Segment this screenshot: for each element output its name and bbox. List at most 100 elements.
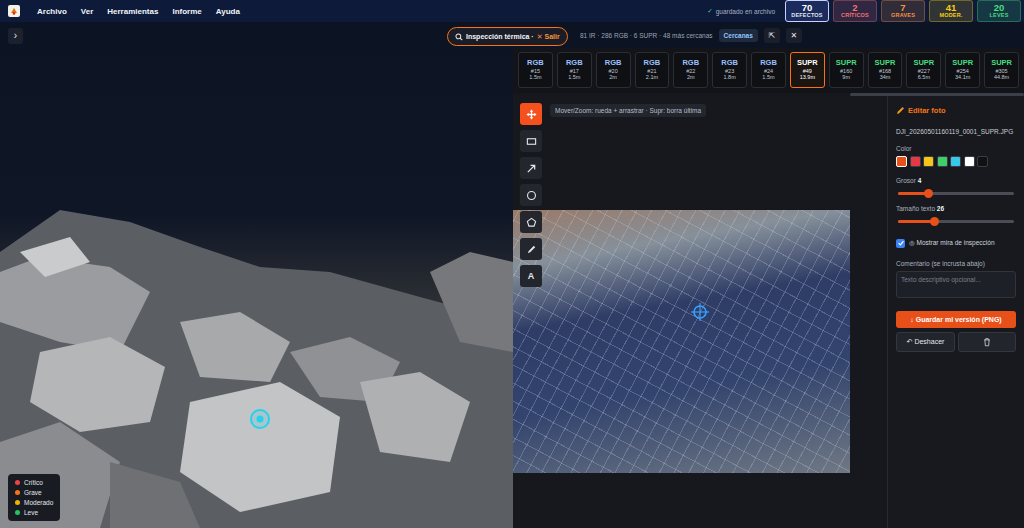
comment-label: Comentario (se incrusta abajo): [896, 260, 1016, 267]
stat-badge[interactable]: 41MODER.: [929, 0, 973, 22]
editor-area: AMover/Zoom: rueda + arrastrar · Supr: b…: [513, 96, 1024, 528]
photo-thumbnail[interactable]: SUPR#30544.8m: [984, 52, 1019, 88]
color-swatch[interactable]: [964, 156, 975, 167]
photo-summary: 81 IR · 286 RGB · 6 SUPR · 48 más cercan…: [580, 32, 713, 39]
undo-button[interactable]: ↶ Deshacer: [896, 332, 955, 352]
legend-item: Crítico: [15, 479, 53, 486]
legend-item: Leve: [15, 509, 53, 516]
app-window: Archivo Ver Herramientas Informe Ayuda ✓guard…: [0, 0, 1024, 528]
legend-item: Moderado: [15, 499, 53, 506]
pen-tool-button[interactable]: [520, 238, 542, 260]
thumbnail-strip: RGB#151.5mRGB#171.5mRGB#202mRGB#212.1mRG…: [513, 48, 1024, 88]
menu-bar: Archivo Ver Herramientas Informe Ayuda ✓guard…: [0, 0, 1024, 22]
circle-tool-button[interactable]: [520, 184, 542, 206]
text-tool-button[interactable]: A: [520, 265, 542, 287]
tool-bar: A: [520, 103, 542, 287]
crosshair-icon: [691, 303, 709, 321]
workspace: › Crítico Grave Moderado Leve 81 IR · 286 RGB…: [0, 22, 1024, 528]
delete-button[interactable]: [958, 332, 1016, 352]
slider-track[interactable]: [898, 220, 1014, 223]
thermal-inspection-pill: Inspección térmica ·✕ Salir: [447, 27, 568, 46]
slider-thumb[interactable]: [930, 217, 939, 226]
polygon-icon: [526, 217, 537, 228]
photo-thumbnail[interactable]: RGB#202m: [596, 52, 631, 88]
inspection-header: 81 IR · 286 RGB · 6 SUPR · 48 más cercan…: [513, 22, 1024, 48]
polygon-tool-button[interactable]: [520, 211, 542, 233]
menu: Archivo Ver Herramientas Informe Ayuda: [37, 7, 240, 16]
severity-dot: [15, 490, 20, 495]
photo-thumbnail[interactable]: RGB#231.8m: [712, 52, 747, 88]
checkbox[interactable]: [896, 239, 905, 248]
menu-item[interactable]: Ayuda: [216, 7, 240, 16]
move-icon: [526, 109, 537, 120]
severity-legend: Crítico Grave Moderado Leve: [8, 474, 60, 521]
color-swatch[interactable]: [910, 156, 921, 167]
circle-icon: [526, 190, 537, 201]
photo-thumbnail[interactable]: RGB#212.1m: [635, 52, 670, 88]
save-button[interactable]: ↓ Guardar mi versión (PNG): [896, 311, 1016, 328]
severity-dot: [15, 510, 20, 515]
search-icon: [455, 33, 463, 41]
photo-thumbnail[interactable]: RGB#151.5m: [518, 52, 553, 88]
photo-thumbnail[interactable]: RGB#241.5m: [751, 52, 786, 88]
nearby-button[interactable]: Cercanas: [719, 29, 758, 42]
color-swatch[interactable]: [896, 156, 907, 167]
menu-item[interactable]: Archivo: [37, 7, 67, 16]
stat-badge[interactable]: 70DEFECTOS: [785, 0, 829, 22]
menu-item[interactable]: Herramientas: [107, 7, 158, 16]
check-icon: [897, 239, 905, 247]
rectangle-icon: [526, 136, 537, 147]
inspection-marker-icon[interactable]: [249, 408, 271, 430]
save-status: ✓guardado en archivo: [707, 7, 775, 15]
slider-thumb[interactable]: [924, 189, 933, 198]
defect-stats: 70DEFECTOS2CRÍTICOS7GRAVES41MODER.20LEVE…: [785, 0, 1021, 22]
legend-item: Grave: [15, 489, 53, 496]
trash-icon: [982, 337, 992, 347]
action-row: ↶ Deshacer: [896, 332, 1016, 352]
photo-thumbnail[interactable]: SUPR#2276.5m: [906, 52, 941, 88]
severity-dot: [15, 480, 20, 485]
slider-control: Grosor 4: [896, 177, 1016, 195]
color-swatch[interactable]: [950, 156, 961, 167]
photo-thumbnail[interactable]: RGB#222m: [673, 52, 708, 88]
slider-fill: [898, 220, 934, 223]
stat-badge[interactable]: 2CRÍTICOS: [833, 0, 877, 22]
color-swatch[interactable]: [937, 156, 948, 167]
menu-item[interactable]: Ver: [81, 7, 93, 16]
photo-thumbnail[interactable]: SUPR#16834m: [868, 52, 903, 88]
comment-field[interactable]: [896, 271, 1016, 298]
photo-canvas[interactable]: AMover/Zoom: rueda + arrastrar · Supr: b…: [513, 96, 887, 528]
exit-button[interactable]: ✕ Salir: [537, 33, 560, 41]
slider-control: Tamaño texto 26: [896, 205, 1016, 223]
edit-sidebar: Editar foto DJI_20260501160119_0001_SUPR.…: [887, 96, 1024, 528]
arrow-tool-button[interactable]: [520, 157, 542, 179]
crosshair-checkbox[interactable]: ◎ Mostrar mira de inspección: [896, 239, 1016, 248]
sidebar-toggle-button[interactable]: ›: [8, 28, 23, 44]
severity-dot: [15, 500, 20, 505]
color-swatches: [896, 156, 1016, 167]
file-name: DJI_20260501160119_0001_SUPR.JPG: [896, 128, 1016, 137]
stat-badge[interactable]: 20LEVES: [977, 0, 1021, 22]
photo-panel: 81 IR · 286 RGB · 6 SUPR · 48 más cercan…: [513, 22, 1024, 528]
slider-track[interactable]: [898, 192, 1014, 195]
collapse-button[interactable]: ⇱: [764, 28, 780, 43]
pencil-icon: [896, 106, 905, 115]
check-icon: ✓: [707, 7, 712, 15]
photo-thumbnail[interactable]: RGB#171.5m: [557, 52, 592, 88]
point-cloud: [0, 22, 513, 528]
close-button[interactable]: ✕: [786, 28, 802, 43]
photo-thumbnail[interactable]: SUPR#25434.1m: [945, 52, 980, 88]
point-cloud-viewer[interactable]: › Crítico Grave Moderado Leve: [0, 22, 513, 528]
inspection-photo[interactable]: [513, 210, 850, 473]
stat-badge[interactable]: 7GRAVES: [881, 0, 925, 22]
menu-item[interactable]: Informe: [172, 7, 201, 16]
color-swatch[interactable]: [923, 156, 934, 167]
rect-tool-button[interactable]: [520, 130, 542, 152]
photo-thumbnail[interactable]: SUPR#4913.9m: [790, 52, 825, 88]
app-logo-icon[interactable]: [7, 4, 21, 18]
move-tool-button[interactable]: [520, 103, 542, 125]
photo-thumbnail[interactable]: SUPR#1609m: [829, 52, 864, 88]
edit-title: Editar foto: [896, 106, 1016, 115]
photo-editor: RGB#151.5mRGB#171.5mRGB#202mRGB#212.1mRG…: [513, 48, 1024, 528]
color-swatch[interactable]: [977, 156, 988, 167]
